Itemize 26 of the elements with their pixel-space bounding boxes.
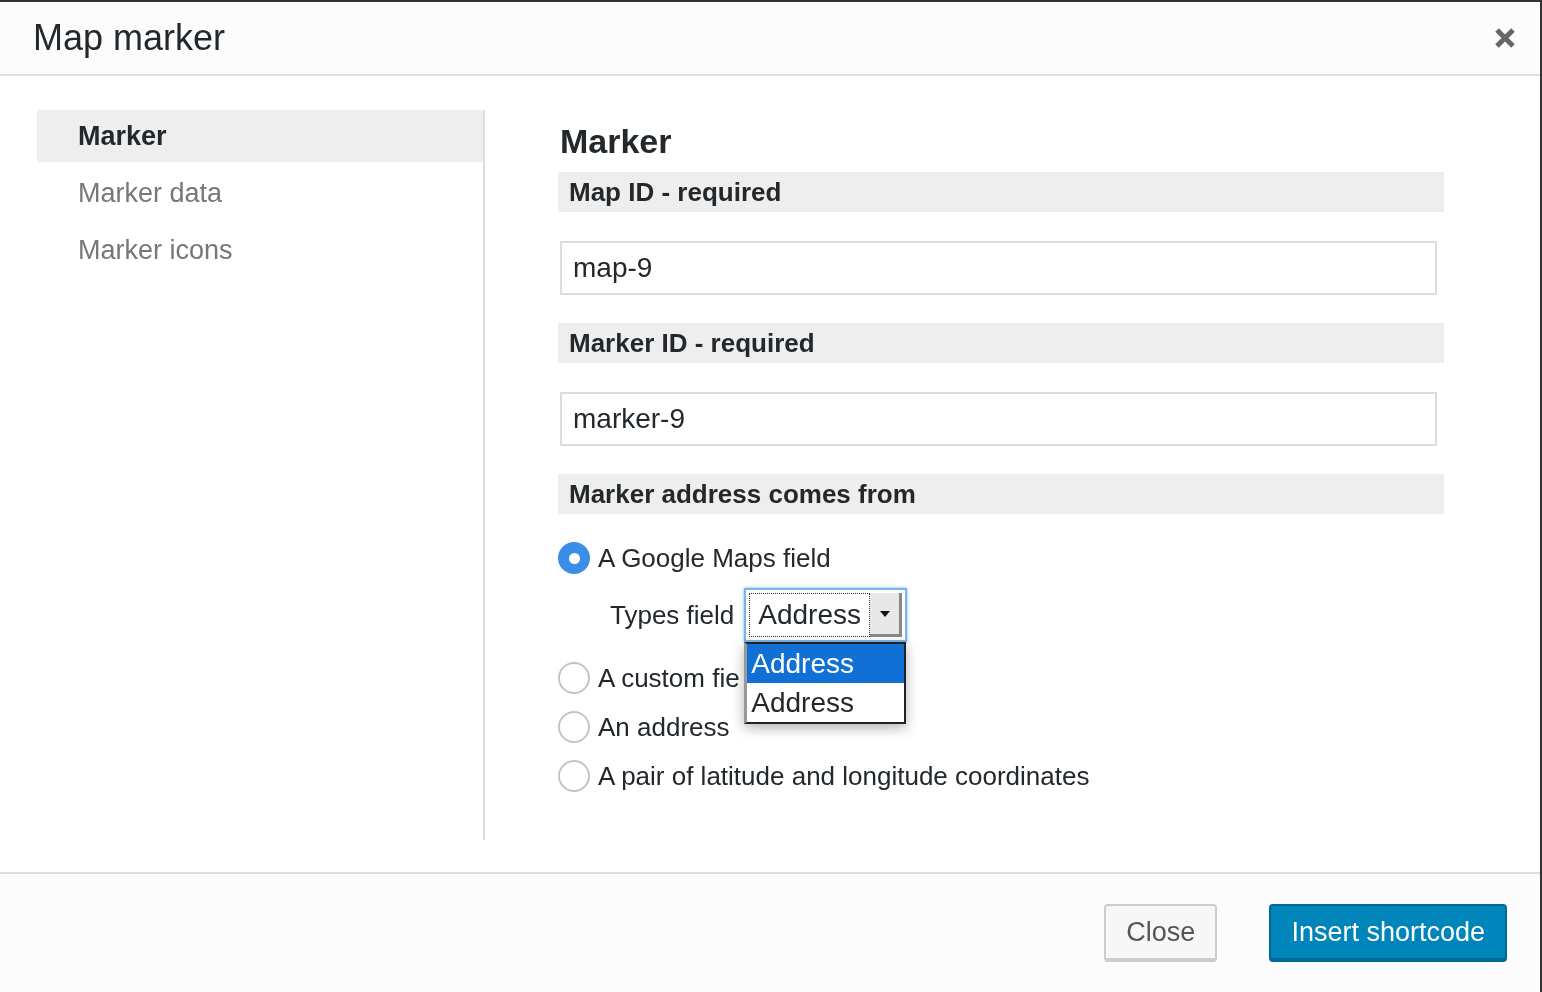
radio-button[interactable]	[558, 542, 590, 574]
sidebar-item[interactable]: Marker icons	[37, 224, 483, 276]
dropdown-option[interactable]: Address	[747, 644, 905, 683]
dialog-title: Map marker	[33, 16, 226, 60]
radio-button[interactable]	[558, 760, 590, 792]
select-field[interactable]: Address	[744, 588, 908, 642]
close-button[interactable]: Close	[1104, 904, 1218, 962]
field-label: Map ID - required	[558, 172, 1444, 212]
caret-icon	[879, 610, 890, 617]
radio-label[interactable]: A pair of latitude and longitude coordinates	[598, 756, 1090, 796]
section-heading: Marker	[559, 121, 673, 162]
sidebar-item[interactable]: Marker data	[37, 167, 483, 219]
dropdown-option[interactable]: Address	[747, 683, 905, 722]
radio-label[interactable]: A custom fie	[598, 658, 740, 698]
field-label: Types field	[610, 598, 735, 632]
sidebar-item[interactable]: Marker	[37, 110, 483, 162]
insert-button[interactable]: Insert shortcode	[1269, 904, 1507, 962]
text-field[interactable]: map-9	[560, 241, 1437, 295]
radio-label[interactable]: An address	[598, 707, 730, 747]
radio-button[interactable]	[558, 711, 590, 743]
close-icon[interactable]	[1494, 27, 1516, 49]
radio-button[interactable]	[558, 662, 590, 694]
radio-label[interactable]: A Google Maps field	[598, 538, 831, 578]
text-field[interactable]: marker-9	[560, 392, 1437, 446]
field-label: Marker ID - required	[558, 323, 1444, 363]
field-label: Marker address comes from	[558, 474, 1444, 514]
